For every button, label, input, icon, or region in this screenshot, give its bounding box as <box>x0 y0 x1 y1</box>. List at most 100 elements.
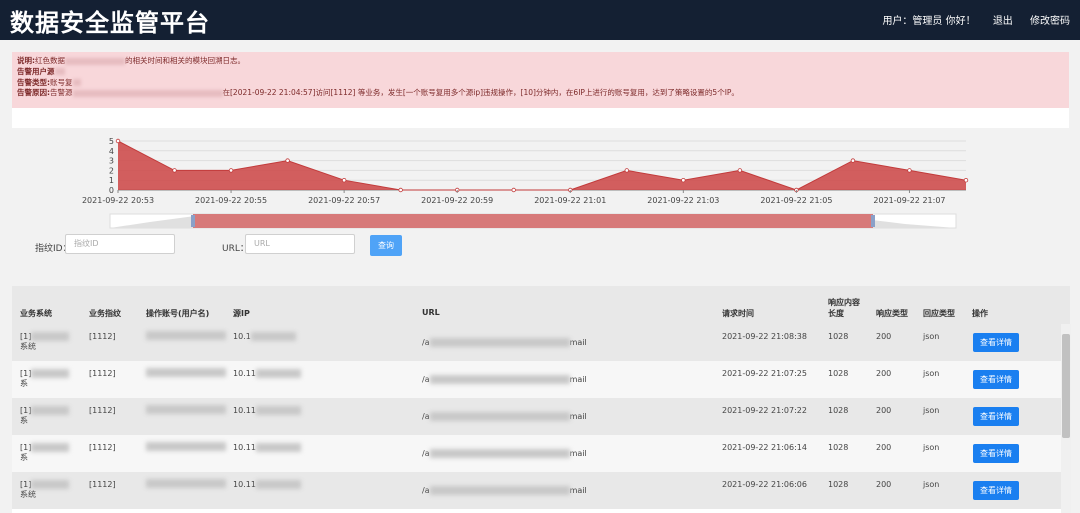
url-input[interactable]: URL <box>245 234 355 254</box>
cell-system: [1] 系统 <box>20 332 70 352</box>
alert-reason-label: 告警原因: <box>17 88 50 98</box>
y-tick-label: 4 <box>109 147 114 156</box>
view-detail-button[interactable]: 查看详情 <box>973 481 1019 500</box>
cell-source-ip: 10.11 <box>233 369 301 378</box>
cell-reply-type: json <box>923 480 940 489</box>
cell-reply-type: json <box>923 406 940 415</box>
cell-account <box>146 479 226 488</box>
cell-account <box>146 405 226 414</box>
data-point <box>172 168 177 173</box>
th-fingerprint: 业务指纹 <box>89 309 121 318</box>
th-reply-type: 回应类型 <box>923 309 955 318</box>
cell-response-type: 200 <box>876 406 892 415</box>
th-request-time: 请求时间 <box>722 309 754 318</box>
cell-fingerprint: [1112] <box>89 480 116 489</box>
zoom-slider[interactable] <box>0 210 1080 232</box>
cell-request-time: 2021-09-22 21:07:25 <box>722 369 807 378</box>
cell-reply-type: json <box>923 369 940 378</box>
cell-url: /a mail <box>422 338 587 347</box>
cell-source-ip: 10.1 <box>233 332 296 341</box>
alert-desc-label: 说明: <box>17 56 35 65</box>
scrollbar-thumb[interactable] <box>1062 334 1070 438</box>
th-account: 操作账号(用户名) <box>146 309 210 318</box>
cell-source-ip: 10.11 <box>233 443 301 452</box>
data-point <box>115 138 121 144</box>
x-tick-label: 2021-09-22 20:59 <box>421 196 493 205</box>
alert-reason-detail: 在[2021-09-22 21:04:57]访问[1112] 等业务，发生[一个… <box>222 88 739 98</box>
cell-length: 1028 <box>828 332 849 341</box>
filter-bar: 指纹ID： 指纹ID URL： URL 查询 <box>0 234 1080 258</box>
cell-account <box>146 442 226 451</box>
logout-link[interactable]: 退出 <box>993 16 1013 27</box>
user-greeting: 用户：管理员 你好！ <box>882 16 976 27</box>
view-detail-button[interactable]: 查看详情 <box>973 333 1019 352</box>
change-password-link[interactable]: 修改密码 <box>1030 16 1070 27</box>
cell-response-type: 200 <box>876 443 892 452</box>
y-tick-label: 2 <box>109 166 114 175</box>
cell-system: [1] 系 <box>20 369 70 389</box>
th-length-line2: 长度 <box>828 309 844 318</box>
data-point <box>398 187 403 193</box>
table-row: [1] 系统 [1112] 10.11/a mail 2021-09-22 21:06:0… <box>12 472 1062 509</box>
cell-fingerprint: [1112] <box>89 406 116 415</box>
x-tick-label: 2021-09-22 21:07 <box>873 196 945 205</box>
x-tick-label: 2021-09-22 20:57 <box>308 196 380 205</box>
redacted-block <box>65 57 125 65</box>
x-tick-label: 2021-09-22 20:55 <box>195 196 267 205</box>
x-tick-label: 2021-09-22 21:03 <box>647 196 719 205</box>
data-point <box>285 158 290 163</box>
view-detail-button[interactable]: 查看详情 <box>973 407 1019 426</box>
cell-account <box>146 331 226 340</box>
data-point <box>228 168 234 173</box>
th-url: URL <box>422 308 440 317</box>
redacted-block <box>72 79 81 87</box>
th-length-line1: 响应内容 <box>828 298 860 307</box>
cell-system: [1] 系 <box>20 443 70 463</box>
cell-fingerprint: [1112] <box>89 443 116 452</box>
alert-line-description: 说明:红色数据 的相关时间和相关的模块回溯日志。 <box>12 56 1069 67</box>
x-tick-label: 2021-09-22 21:01 <box>534 196 606 205</box>
alert-desc-suffix: 的相关时间和相关的模块回溯日志。 <box>125 56 245 65</box>
cell-system: [1] 系 <box>20 406 70 426</box>
y-tick-label: 3 <box>109 157 114 166</box>
cell-system: [1] 系统 <box>20 480 70 500</box>
data-point <box>341 178 347 183</box>
table-row: [1] 系 [1112] 10.11/a mail 2021-09-22 21:07:22… <box>12 398 1062 435</box>
table-row: [1] 系 [1112] 10.11/a mail 2021-09-22 21:07:25… <box>12 361 1062 398</box>
x-tick-label: 2021-09-22 20:53 <box>82 196 154 205</box>
query-button[interactable]: 查询 <box>370 235 402 256</box>
cell-fingerprint: [1112] <box>89 332 116 341</box>
alert-user-label: 告警用户源 <box>17 66 55 76</box>
th-system: 业务系统 <box>20 309 52 318</box>
y-tick-label: 5 <box>109 137 114 146</box>
fingerprint-input[interactable]: 指纹ID <box>65 234 175 254</box>
cell-url: /a mail <box>422 412 587 421</box>
slider-handle-left[interactable] <box>191 215 195 227</box>
alert-reason-text: 告警源 <box>50 88 73 98</box>
view-detail-button[interactable]: 查看详情 <box>973 444 1019 463</box>
cell-length: 1028 <box>828 480 849 489</box>
alert-type-label: 告警类型: <box>17 77 50 87</box>
alert-desc-text: 红色数据 <box>35 56 65 65</box>
cell-response-type: 200 <box>876 332 892 341</box>
redacted-block <box>54 68 65 76</box>
view-detail-button[interactable]: 查看详情 <box>973 370 1019 389</box>
data-point <box>681 178 686 183</box>
slider-selection[interactable] <box>193 214 873 228</box>
x-tick-label: 2021-09-22 21:05 <box>760 196 832 205</box>
cell-length: 1028 <box>828 369 849 378</box>
cell-length: 1028 <box>828 406 849 415</box>
y-tick-label: 0 <box>109 186 114 195</box>
chart-area: 0 1 2 3 4 5 2021-09-22 20:53 2021-09-22 20:55 20… <box>0 128 1080 288</box>
table-row: [1] 系 [1112] 10.11/a mail 2021-09-22 21:06:14… <box>12 435 1062 472</box>
cell-fingerprint: [1112] <box>89 369 116 378</box>
data-point <box>511 187 516 193</box>
th-source-ip: 源IP <box>233 309 250 318</box>
cell-reply-type: json <box>923 332 940 341</box>
table-header: 业务系统 业务指纹 操作账号(用户名) 源IP URL 请求时间 响应内容 长度… <box>12 286 1070 324</box>
data-point <box>737 168 743 173</box>
slider-handle-right[interactable] <box>871 215 875 227</box>
table-row: [1] 系统 [1112] 10.1/a mail 2021-09-22 21:08:38… <box>12 324 1062 361</box>
alert-panel: 说明:红色数据 的相关时间和相关的模块回溯日志。 告警用户源 告警类型:账号复 告… <box>12 52 1069 128</box>
app-title: 数据安全监管平台 <box>10 9 210 37</box>
